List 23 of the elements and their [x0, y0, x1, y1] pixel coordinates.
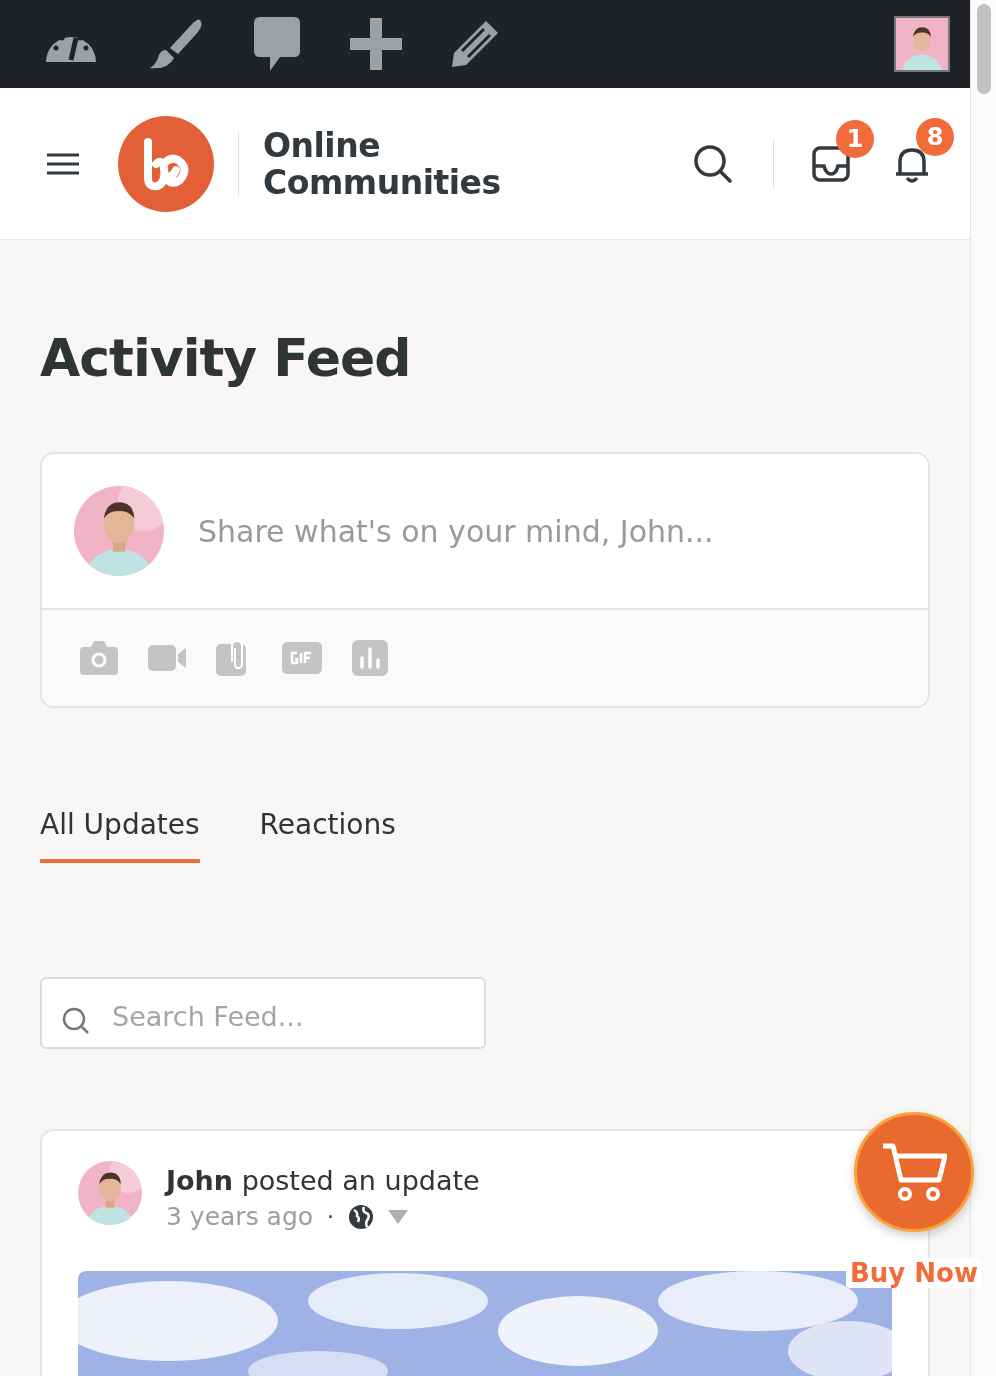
inbox-icon[interactable]: [812, 145, 850, 182]
search-field[interactable]: Search Feed...: [40, 977, 486, 1049]
speech-bubble-icon[interactable]: [254, 17, 300, 71]
menu-icon[interactable]: [46, 152, 80, 175]
search-icon: [62, 1007, 90, 1035]
feed-tab[interactable]: Reactions: [259, 808, 396, 863]
plus-icon[interactable]: [350, 18, 402, 70]
globe-icon[interactable]: [348, 1203, 375, 1230]
count-badge: 8: [916, 117, 954, 156]
feed-tab[interactable]: All Updates: [40, 808, 200, 863]
cart-button[interactable]: [854, 1112, 974, 1232]
separator: ·: [327, 1204, 335, 1229]
pencil-icon[interactable]: [452, 21, 498, 67]
scrollbar-thumb[interactable]: [976, 4, 991, 94]
search-icon[interactable]: [693, 143, 733, 184]
paintbrush-icon[interactable]: [148, 18, 204, 70]
page-title: Activity Feed: [40, 328, 412, 388]
post-headline: John posted an update: [166, 1165, 480, 1196]
post-time: 3 years ago: [166, 1202, 314, 1231]
count-badge: 1: [836, 119, 874, 158]
cart-icon: [881, 1142, 947, 1202]
site-name: Online Communities: [263, 126, 502, 201]
logo-icon[interactable]: [118, 115, 214, 212]
